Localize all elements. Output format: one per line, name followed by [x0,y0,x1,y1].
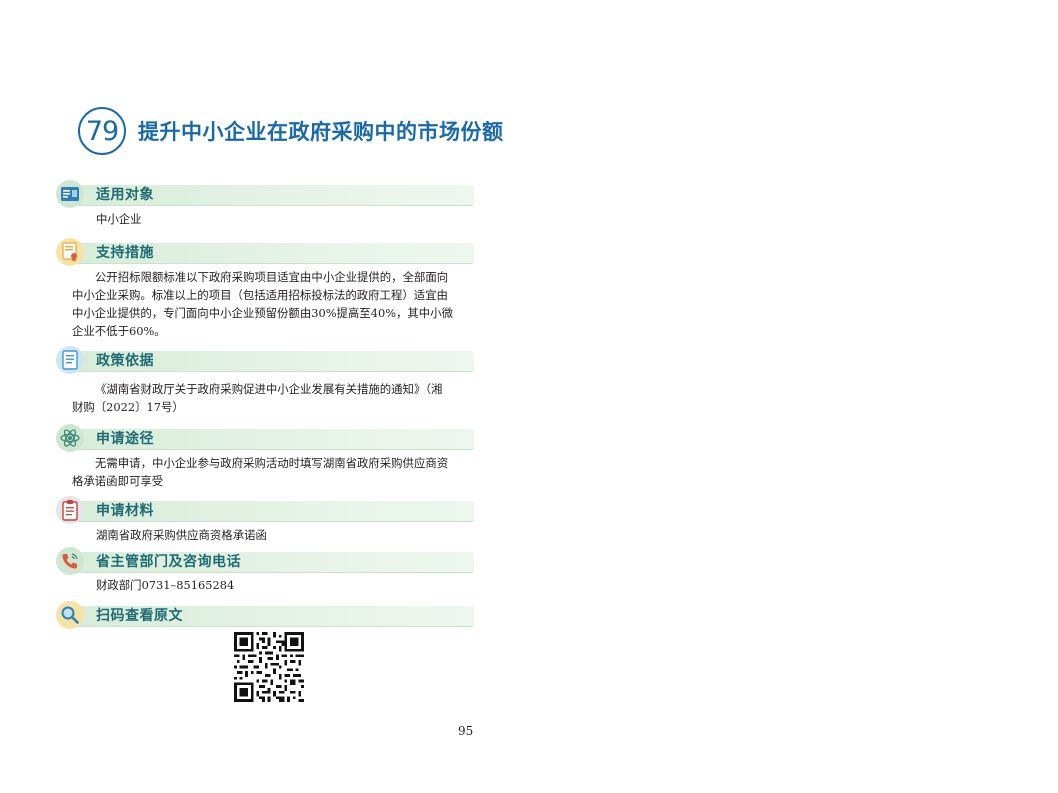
document-icon [56,346,84,374]
page-title: 提升中小企业在政府采购中的市场份额 [138,120,504,144]
section-header-basis: 政策依据 [56,346,476,375]
text-line: 中小企业采购。标准以上的项目（包括适用招标投标法的政府工程）适宜由 [72,288,448,302]
document-page: 79 提升中小企业在政府采购中的市场份额 适用对象 中小企业 支持措施 公开招标… [0,0,1058,793]
approach-text: 无需申请，中小企业参与政府采购活动时填写湖南省政府采购供应商资 格承诺函即可享受 [72,454,474,490]
text-line: 公开招标限额标准以下政府采购项目适宜由中小企业提供的，全部面向 [95,270,449,284]
page-number: 95 [458,724,474,738]
section-label: 申请途径 [96,431,154,447]
magnifier-icon [56,601,84,629]
certificate-icon [56,238,84,266]
section-label: 申请材料 [96,503,154,519]
section-header-scan: 扫码查看原文 [56,601,476,630]
text-line: 企业不低于60%。 [72,324,166,338]
text-line: 中小企业提供的，专门面向中小企业预留份额由30%提高至40%，其中小微 [72,306,453,320]
atom-icon [56,424,84,452]
materials-text: 湖南省政府采购供应商资格承诺函 [96,528,267,542]
section-header-materials: 申请材料 [56,496,476,525]
section-header-approach: 申请途径 [56,424,476,453]
basis-text: 《湖南省财政厅关于政府采购促进中小企业发展有关措施的通知》（湘 财购〔2022〕… [72,380,474,416]
qr-code[interactable] [234,632,304,702]
title-block: 79 提升中小企业在政府采购中的市场份额 [78,106,504,156]
section-header-measures: 支持措施 [56,238,476,267]
text-line: 财购〔2022〕17号） [72,400,184,414]
item-number-badge: 79 [78,107,126,155]
text-line: 《湖南省财政厅关于政府采购促进中小企业发展有关措施的通知》（湘 [95,382,443,396]
section-header-contact: 省主管部门及咨询电话 [56,547,476,576]
section-label: 支持措施 [96,245,154,261]
contact-text: 财政部门0731–85165284 [96,578,235,592]
section-label: 适用对象 [96,187,154,203]
clipboard-icon [56,496,84,524]
target-text: 中小企业 [96,212,142,226]
id-card-icon [56,180,84,208]
section-label: 扫码查看原文 [96,608,183,624]
text-line: 格承诺函即可享受 [72,474,164,488]
section-label: 政策依据 [96,353,154,369]
measures-text: 公开招标限额标准以下政府采购项目适宜由中小企业提供的，全部面向 中小企业采购。标… [72,268,474,340]
text-line: 无需申请，中小企业参与政府采购活动时填写湖南省政府采购供应商资 [95,456,449,470]
phone-icon [56,547,84,575]
section-label: 省主管部门及咨询电话 [96,554,241,570]
section-header-target: 适用对象 [56,180,476,209]
